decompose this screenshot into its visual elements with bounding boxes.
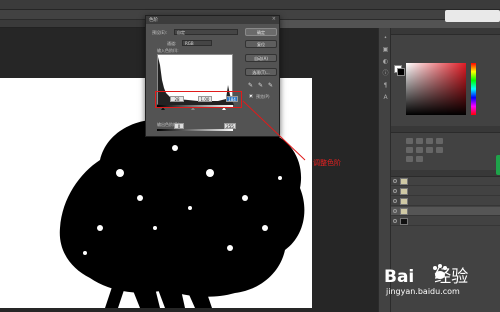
- watermark: Bai 经验 jingyan.baidu.com: [384, 262, 468, 296]
- watermark-url: jingyan.baidu.com: [386, 287, 460, 296]
- paw-logo-icon: [430, 262, 450, 284]
- photoshop-window: × ⬩ ▣ ◐ ⓘ ¶ A: [0, 0, 500, 312]
- annotation-text: 调整色阶: [313, 159, 341, 167]
- watermark-brand: Bai: [384, 267, 415, 287]
